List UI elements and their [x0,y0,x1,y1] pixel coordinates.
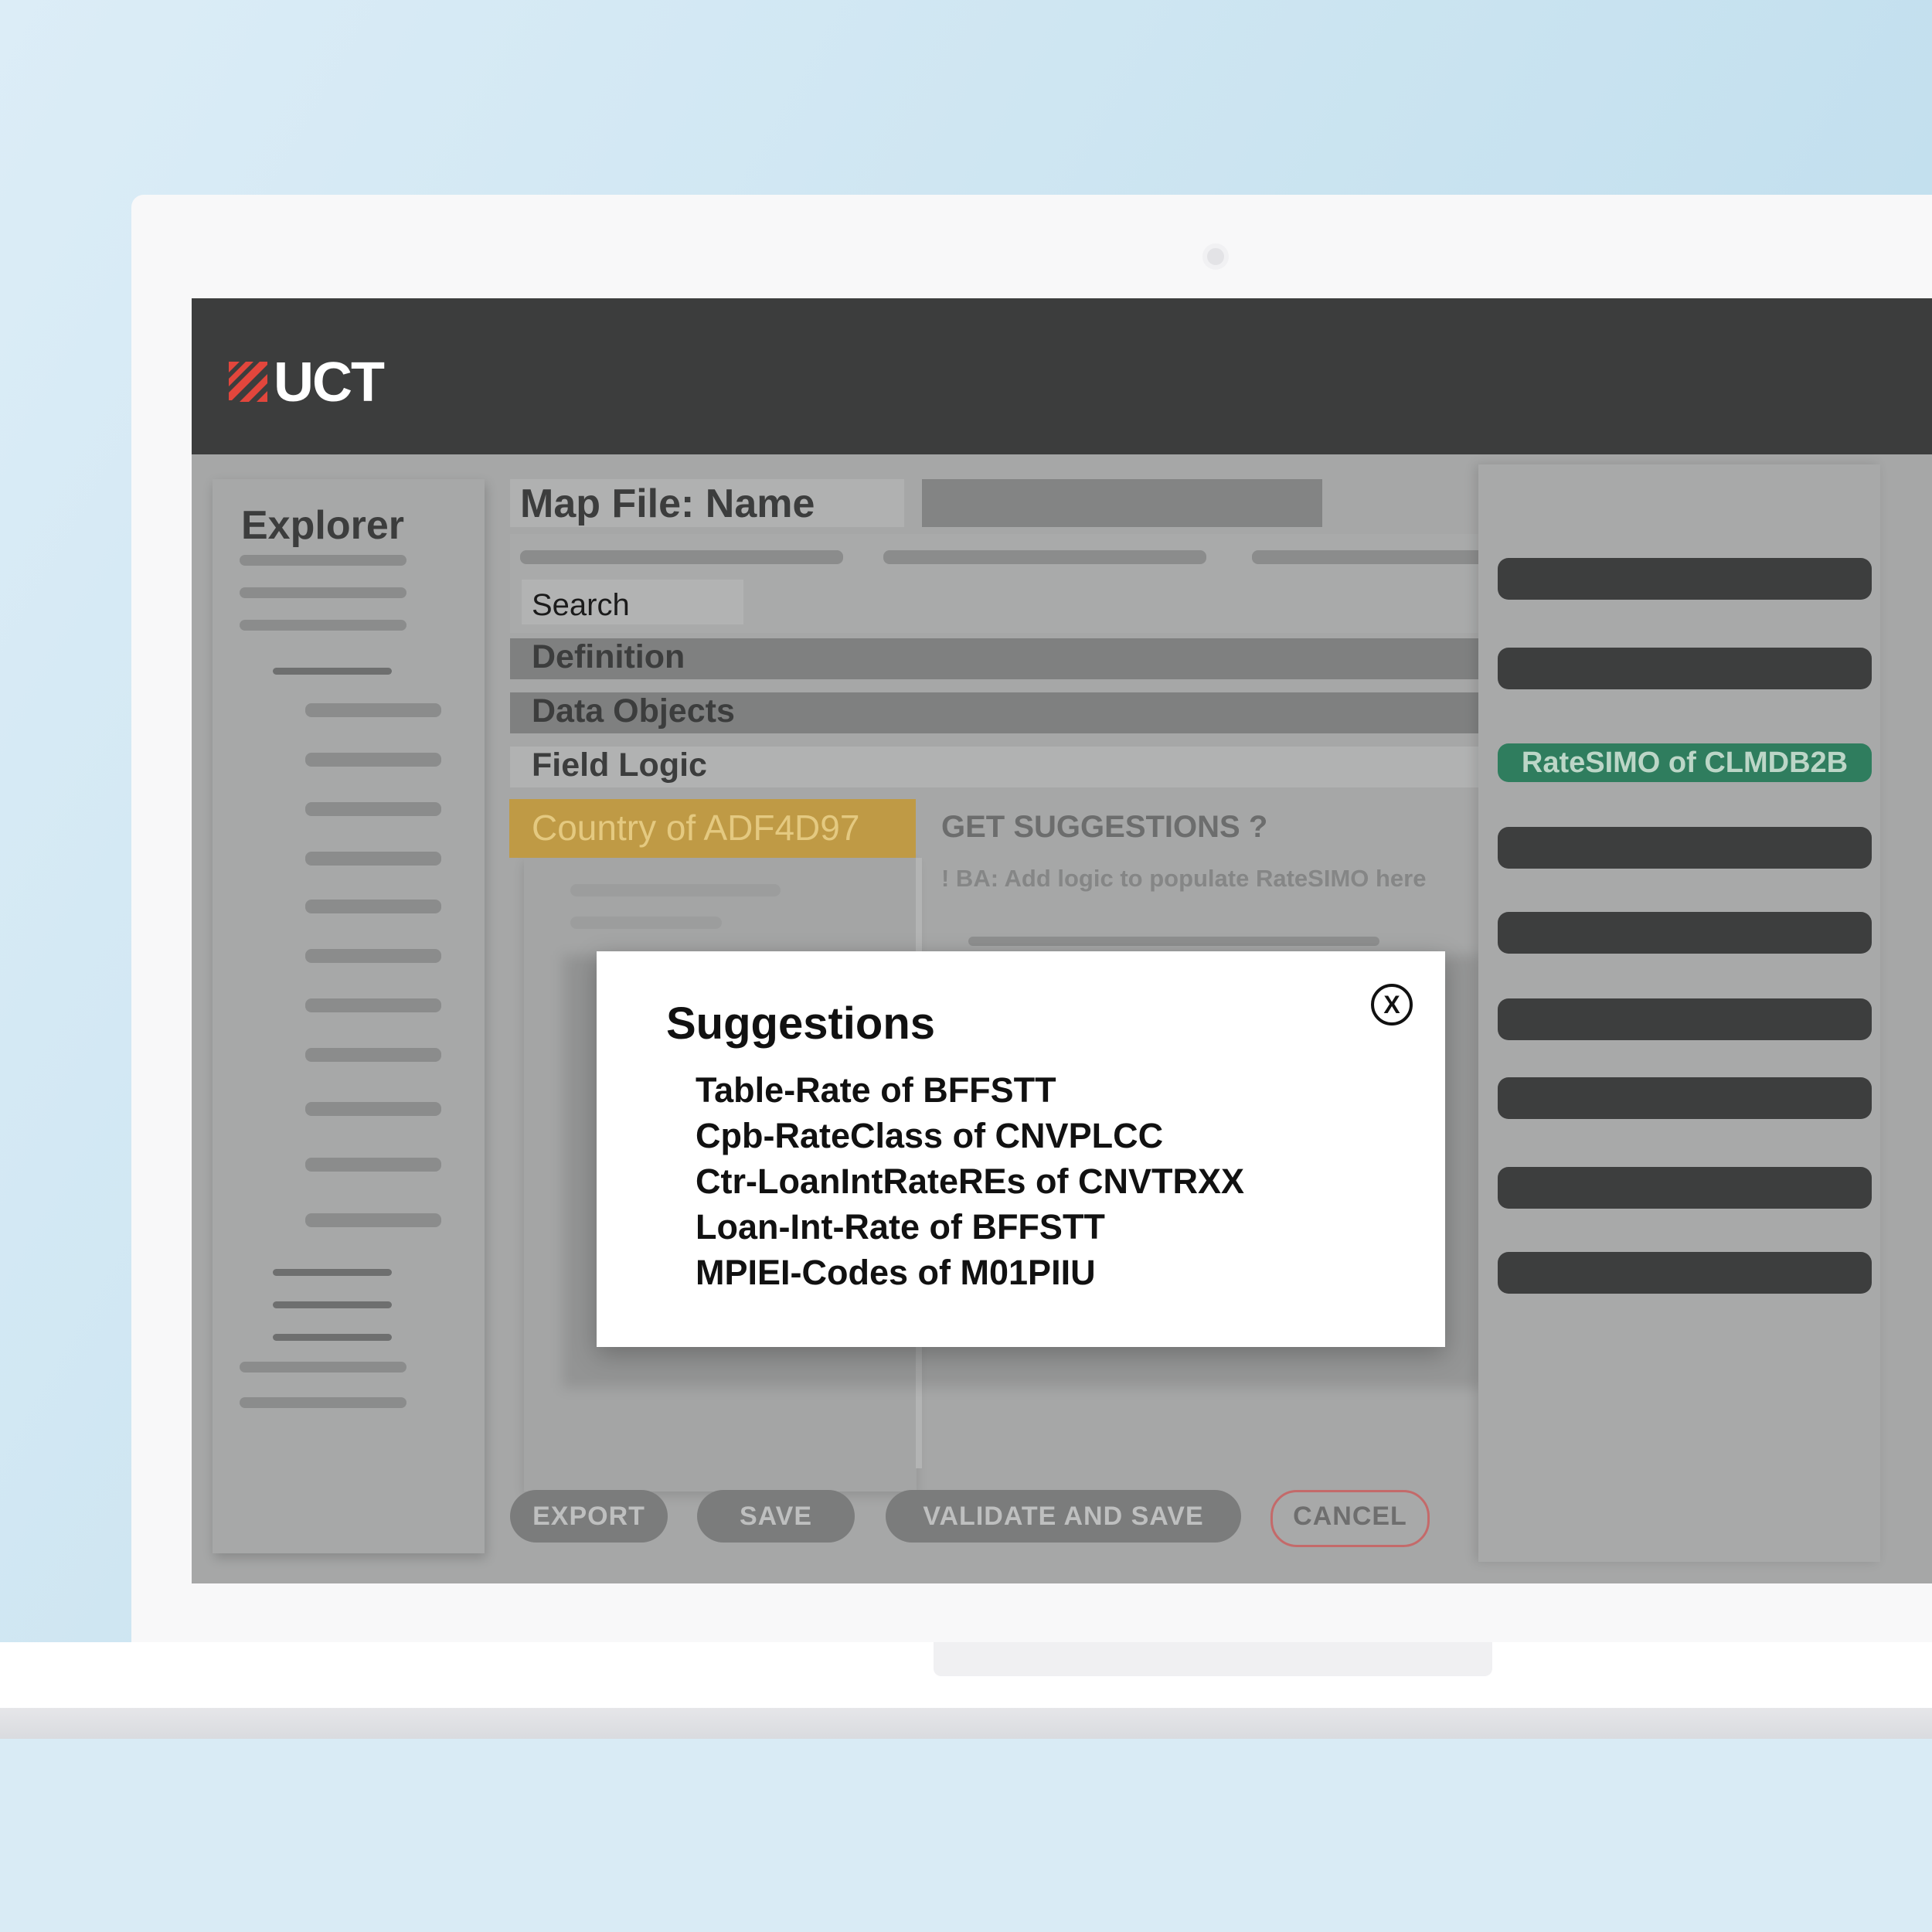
toolbar-tab[interactable] [883,550,1206,564]
tree-item[interactable] [305,998,441,1012]
tree-item[interactable] [305,703,441,717]
laptop-notch [934,1642,1492,1676]
tree-item[interactable] [240,587,406,598]
tree-item[interactable] [240,555,406,566]
camera-icon [1202,243,1229,270]
toolbar-tab[interactable] [520,550,843,564]
logic-note: ! BA: Add logic to populate RateSIMO her… [941,865,1427,892]
background [0,1739,1932,1932]
app-logo[interactable]: UCT [274,351,385,414]
suggestion-item[interactable]: MPIEI-Codes of M01PIIU [696,1250,1244,1295]
tree-item[interactable] [305,802,441,816]
right-panel-item[interactable] [1498,912,1872,954]
field-list-item[interactable] [570,917,722,929]
right-panel-item[interactable] [1498,558,1872,600]
right-panel-item[interactable] [1498,1167,1872,1209]
suggestion-list: Table-Rate of BFFSTT Cpb-RateClass of CN… [696,1067,1244,1295]
tree-item[interactable] [273,1334,392,1341]
right-panel-item[interactable] [1498,648,1872,689]
tree-item[interactable] [240,620,406,631]
suggestion-item[interactable]: Table-Rate of BFFSTT [696,1067,1244,1113]
suggestion-item[interactable]: Ctr-LoanIntRateREs of CNVTRXX [696,1158,1244,1204]
laptop-base-edge [0,1708,1932,1739]
tree-item[interactable] [305,1158,441,1172]
right-panel-item[interactable] [1498,1077,1872,1119]
cancel-button[interactable]: CANCEL [1270,1490,1430,1547]
explorer-title: Explorer [241,503,404,548]
save-button[interactable]: SAVE [697,1490,855,1543]
top-bar: UCT [192,298,1932,454]
right-panel-item[interactable] [1498,998,1872,1040]
suggestions-modal: Suggestions X Table-Rate of BFFSTT Cpb-R… [597,951,1445,1347]
search-label: Search [532,588,630,622]
tree-item[interactable] [305,1102,441,1116]
validate-and-save-button[interactable]: VALIDATE AND SAVE [886,1490,1241,1543]
tree-item[interactable] [240,1362,406,1372]
tree-item[interactable] [273,1301,392,1308]
selected-field-label: Country of ADF4D97 [532,808,860,848]
tree-item[interactable] [305,1048,441,1062]
tree-item[interactable] [273,668,392,675]
right-panel-item[interactable] [1498,1252,1872,1294]
get-suggestions-link[interactable]: GET SUGGESTIONS ? [941,810,1267,845]
page-title: Map File: Name [520,481,815,526]
field-list-item[interactable] [570,884,781,896]
tree-item[interactable] [305,753,441,767]
suggestion-item[interactable]: Cpb-RateClass of CNVPLCC [696,1113,1244,1158]
close-icon[interactable]: X [1371,984,1413,1026]
tree-item[interactable] [305,852,441,866]
tree-item[interactable] [305,949,441,963]
tree-item[interactable] [273,1269,392,1276]
export-button[interactable]: EXPORT [510,1490,668,1543]
right-panel-item[interactable] [1498,827,1872,869]
tree-item[interactable] [240,1397,406,1408]
tree-item[interactable] [305,900,441,913]
map-file-name-field[interactable] [922,479,1322,527]
section-label: Field Logic [532,747,707,784]
section-label: Data Objects [532,692,735,730]
logic-editor-line[interactable] [968,937,1379,946]
explorer-sidebar: Explorer [213,479,485,1553]
app-screen: UCT Explorer Map File: Name Search Defin… [192,298,1932,1583]
right-panel-item-selected[interactable]: RateSIMO of CLMDB2B [1498,743,1872,782]
suggestion-item[interactable]: Loan-Int-Rate of BFFSTT [696,1204,1244,1250]
uct-logo-icon [229,362,267,402]
section-label: Definition [532,638,685,675]
tree-item[interactable] [305,1213,441,1227]
modal-title: Suggestions [666,998,936,1049]
